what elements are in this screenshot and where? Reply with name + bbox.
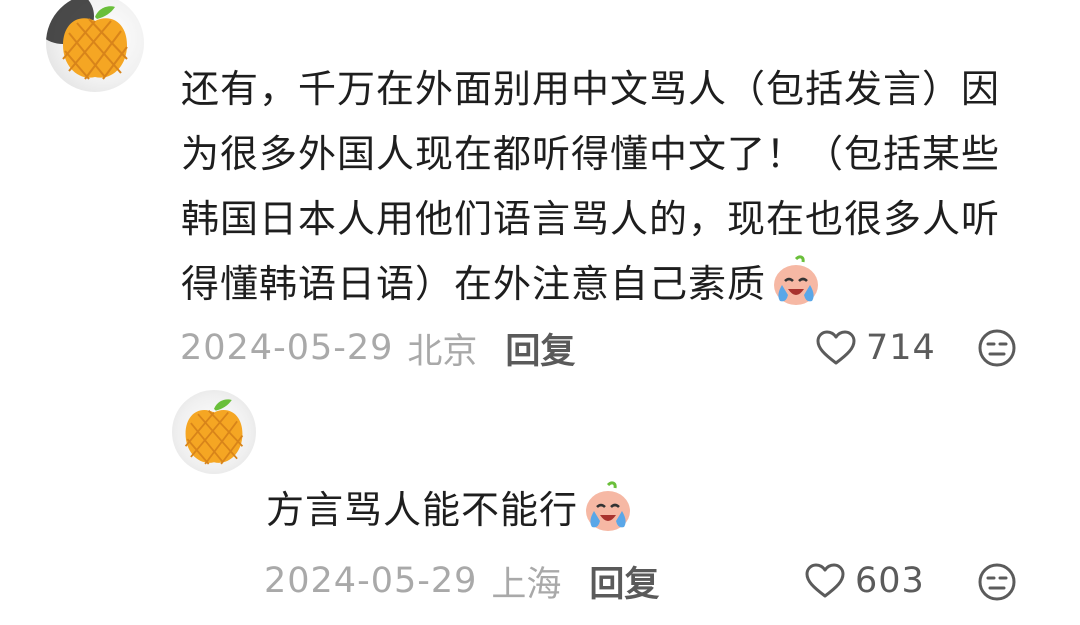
heart-outline-icon <box>816 330 856 365</box>
reply-text: 方言骂人能不能行 <box>266 488 579 532</box>
reply-user-avatar[interactable] <box>172 390 256 474</box>
crying-face-sticker-icon <box>582 481 634 553</box>
orange-apple-avatar-icon <box>62 6 128 80</box>
comment-text: 还有，千万在外面别用中文骂人（包括发言）因 为很多外国人现在都听得懂中文了！（包… <box>181 57 1051 317</box>
comment-line: 为很多外国人现在都听得懂中文了！（包括某些 <box>181 132 1001 176</box>
comment-location: 北京 <box>407 331 478 372</box>
dislike-button[interactable] <box>977 328 1017 368</box>
comment-line-with-emoji: 得懂韩语日语）在外注意自己素质 <box>181 252 1051 317</box>
comment-line: 还有，千万在外面别用中文骂人（包括发言）因 <box>181 67 1001 111</box>
comment-meta: 2024-05-29 北京 回复 <box>180 323 575 374</box>
reply-meta: 2024-05-29 上海 回复 <box>264 556 659 607</box>
dislike-button[interactable] <box>977 562 1017 602</box>
orange-apple-avatar-icon <box>184 399 244 465</box>
heart-outline-icon <box>805 563 845 598</box>
like-button[interactable]: 714 <box>816 325 936 371</box>
dislike-face-icon <box>978 329 1016 367</box>
dislike-face-icon <box>978 563 1016 601</box>
like-count: 603 <box>855 561 925 601</box>
reply-button[interactable]: 回复 <box>505 323 575 374</box>
crying-face-sticker-icon <box>770 255 822 327</box>
comment-date: 2024-05-29 <box>180 328 394 368</box>
like-count: 714 <box>866 328 936 368</box>
comment-line: 韩国日本人用他们语言骂人的，现在也很多人听 <box>181 197 1001 241</box>
reply-comment-text: 方言骂人能不能行 <box>266 478 634 553</box>
reply-button[interactable]: 回复 <box>589 556 659 607</box>
reply-date: 2024-05-29 <box>264 561 478 601</box>
like-button[interactable]: 603 <box>805 558 925 604</box>
comment-thread: 还有，千万在外面别用中文骂人（包括发言）因 为很多外国人现在都听得懂中文了！（包… <box>0 0 1080 625</box>
comment-line: 得懂韩语日语）在外注意自己素质 <box>181 262 767 306</box>
user-avatar[interactable] <box>46 0 144 92</box>
reply-location: 上海 <box>491 564 562 605</box>
